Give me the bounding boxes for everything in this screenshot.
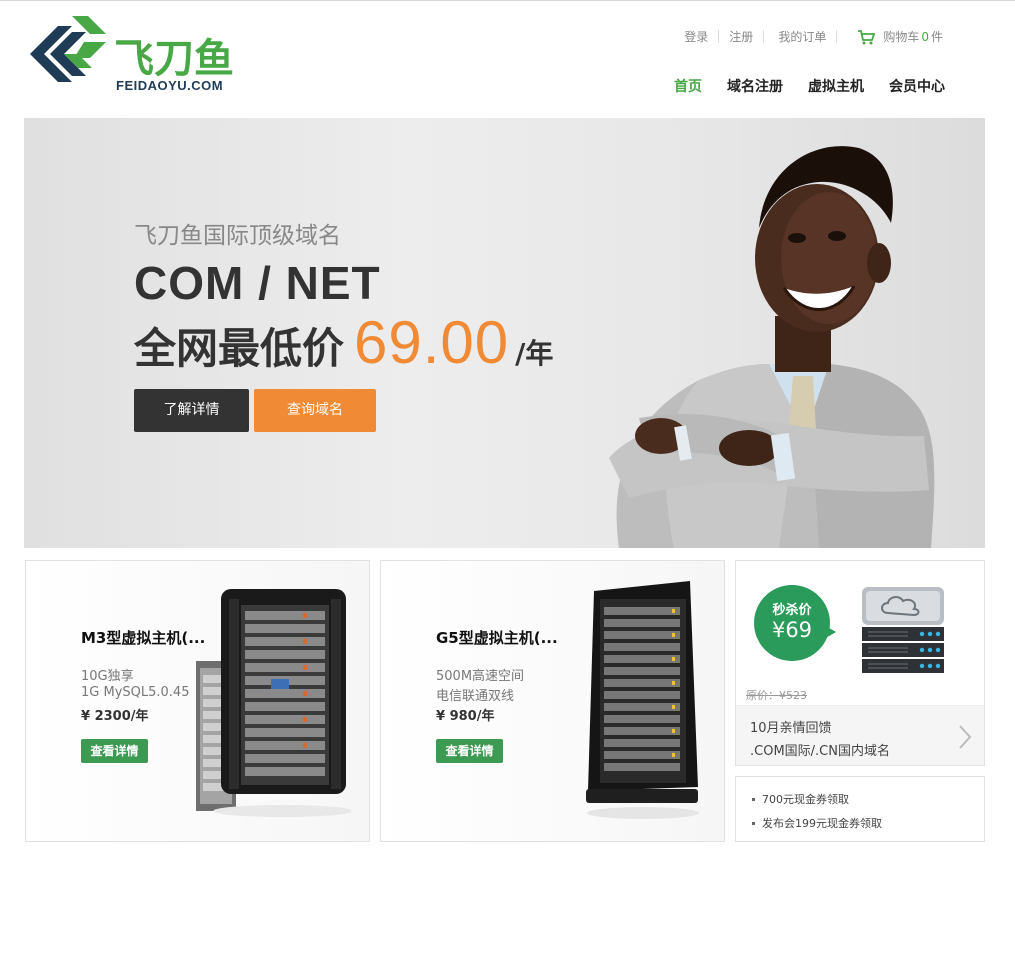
flash-sale-card[interactable]: 秒杀价 ¥69 原价：¥523 10月亲情回馈 .COM国际/.CN国内域名	[735, 560, 985, 766]
nav-item-domain-register[interactable]: 域名注册	[727, 76, 783, 96]
notice-box: 700元现金券领取 发布会199元现金券领取	[735, 776, 985, 842]
promo-subtitle: .COM国际/.CN国内域名	[750, 744, 890, 759]
notice-text: 700元现金券领取	[762, 793, 849, 806]
product-spec: 电信联通双线	[436, 689, 515, 704]
my-orders-link[interactable]: 我的订单	[768, 28, 836, 45]
server-rack-image	[586, 581, 699, 819]
promo-link[interactable]: 10月亲情回馈 .COM国际/.CN国内域名	[736, 705, 984, 765]
banner-price-row: 全网最低价 69.00 /年	[134, 308, 553, 377]
cart-icon	[858, 29, 876, 44]
view-details-button[interactable]: 查看详情	[436, 739, 503, 763]
logo-text-en: FEIDAOYU.COM	[116, 78, 224, 93]
site-logo[interactable]: 飞刀鱼 FEIDAOYU.COM	[28, 12, 258, 98]
product-price: ¥ 980/年	[436, 709, 495, 724]
notice-text: 发布会199元现金券领取	[762, 817, 882, 830]
logo-text-cn: 飞刀鱼	[114, 36, 234, 82]
product-card[interactable]: M3型虚拟主机(... 10G独享 1G MySQL5.0.45 ¥ 2300/…	[25, 560, 370, 842]
product-spec: 500M高速空间	[436, 669, 525, 684]
register-link[interactable]: 注册	[719, 28, 763, 45]
query-domain-button[interactable]: 查询域名	[254, 389, 376, 432]
badge-price: ¥69	[771, 618, 813, 642]
original-price: 原价：¥523	[746, 689, 807, 702]
product-title[interactable]: G5型虚拟主机(...	[436, 627, 558, 648]
product-price: ¥ 2300/年	[81, 709, 149, 724]
top-border	[0, 0, 1015, 1]
view-details-button[interactable]: 查看详情	[81, 739, 148, 763]
banner-title: COM / NET	[134, 257, 381, 309]
banner-price-label: 全网最低价	[134, 324, 345, 373]
nav-item-virtual-host[interactable]: 虚拟主机	[808, 76, 864, 96]
logo-mark-icon	[30, 16, 106, 82]
badge-pointer	[824, 625, 836, 639]
main-nav: 首页 域名注册 虚拟主机 会员中心	[649, 76, 945, 96]
top-links: 登录 注册 我的订单 购物车 0 件	[674, 28, 943, 45]
bullet-icon	[752, 821, 755, 825]
notice-item[interactable]: 700元现金券领取	[752, 791, 984, 807]
nav-item-member-center[interactable]: 会员中心	[889, 76, 945, 96]
banner-price-unit: /年	[515, 337, 554, 370]
cart-suffix: 件	[930, 30, 943, 44]
divider	[763, 30, 765, 43]
learn-more-button[interactable]: 了解详情	[134, 389, 249, 432]
hero-banner: 飞刀鱼国际顶级域名 COM / NET 全网最低价 69.00 /年 了解详情 …	[24, 118, 985, 548]
banner-subtitle: 飞刀鱼国际顶级域名	[134, 223, 341, 249]
product-spec: 10G独享	[81, 669, 134, 684]
notice-list: 700元现金券领取 发布会199元现金券领取	[736, 777, 984, 831]
product-card[interactable]: G5型虚拟主机(... 500M高速空间 电信联通双线 ¥ 980/年 查看详情	[380, 560, 725, 842]
product-spec: 1G MySQL5.0.45	[81, 685, 190, 700]
chevron-right-icon	[959, 725, 972, 749]
cart-link[interactable]: 购物车 0 件	[837, 28, 943, 45]
promo-title: 10月亲情回馈	[750, 721, 832, 736]
notice-item[interactable]: 发布会199元现金券领取	[752, 815, 984, 831]
flash-sale-badge: 秒杀价 ¥69	[754, 585, 830, 661]
badge-label: 秒杀价	[772, 603, 812, 618]
nav-item-home[interactable]: 首页	[674, 76, 702, 96]
product-title[interactable]: M3型虚拟主机(...	[81, 627, 205, 648]
cart-label: 购物车	[883, 30, 920, 44]
server-tower-image	[196, 589, 351, 817]
businessman-image	[609, 146, 935, 548]
cloud-server-icon	[862, 587, 944, 673]
cart-count: 0	[921, 29, 929, 44]
login-link[interactable]: 登录	[674, 28, 718, 45]
bullet-icon	[752, 797, 755, 801]
banner-price: 69.00	[354, 309, 510, 376]
